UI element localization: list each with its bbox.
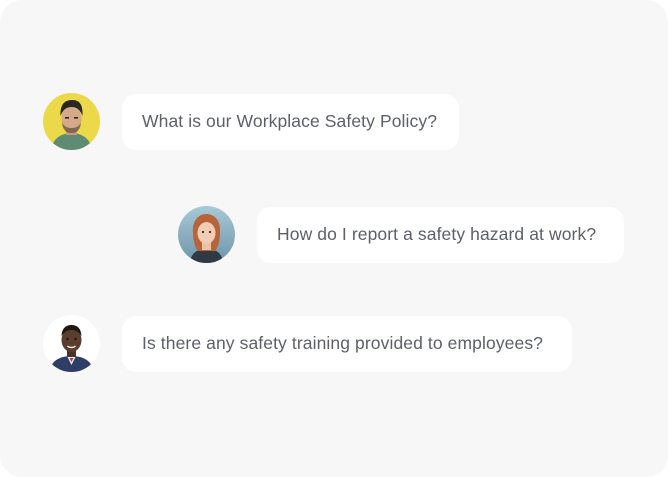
chat-message: What is our Workplace Safety Policy? — [43, 93, 459, 150]
chat-panel: What is our Workplace Safety Policy? How… — [0, 0, 668, 477]
message-bubble: How do I report a safety hazard at work? — [257, 206, 624, 263]
message-bubble: What is our Workplace Safety Policy? — [122, 93, 459, 150]
chat-message: How do I report a safety hazard at work? — [178, 206, 624, 263]
chat-message: Is there any safety training provided to… — [43, 315, 572, 372]
woman-avatar-icon — [178, 206, 235, 263]
man-avatar-icon — [43, 315, 100, 372]
message-bubble: Is there any safety training provided to… — [122, 315, 572, 372]
man-avatar-icon — [43, 93, 100, 150]
